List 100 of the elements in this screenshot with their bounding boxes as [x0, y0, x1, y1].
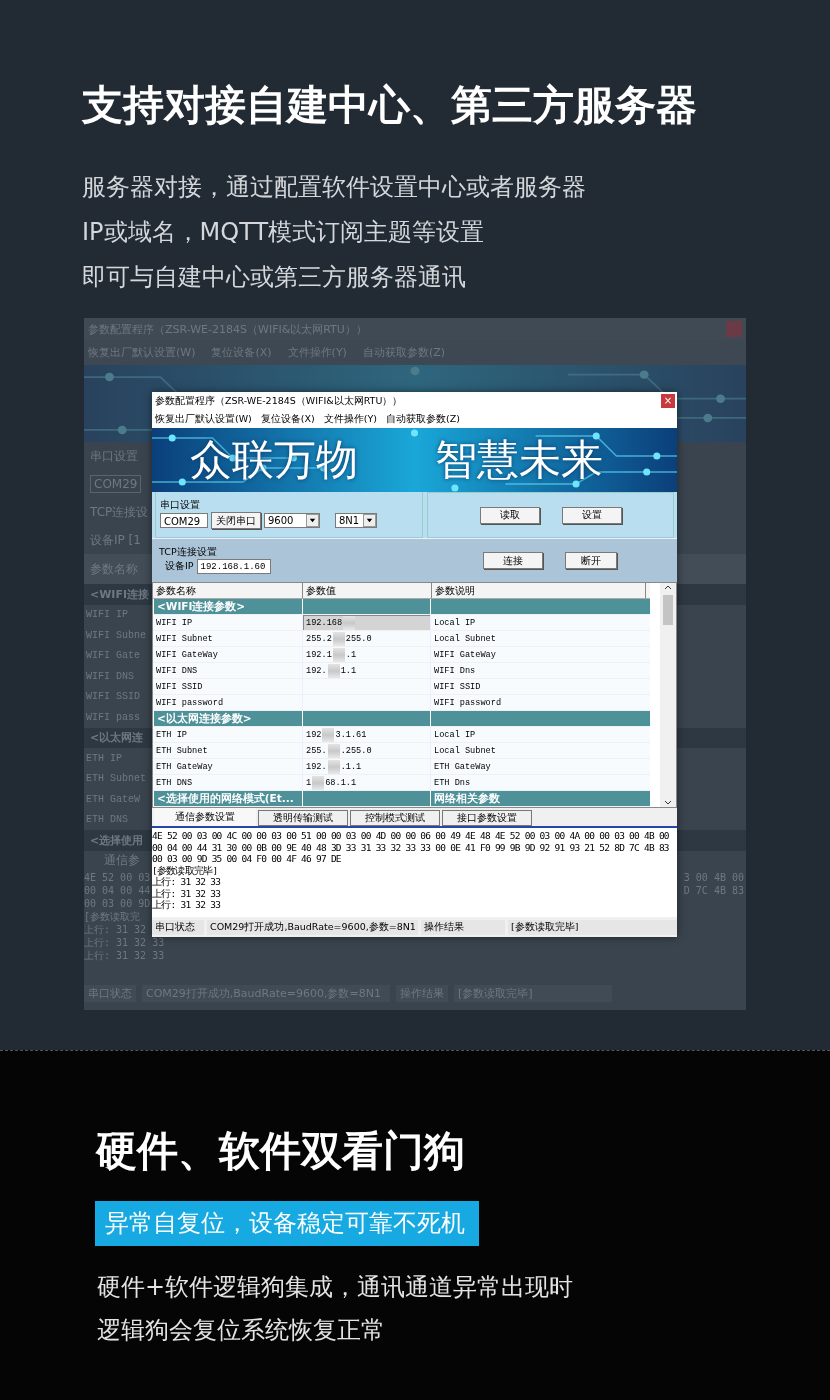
column-header: 参数值: [303, 583, 432, 598]
column-header: 参数名称: [153, 583, 303, 598]
log-line: 上行: 31 32 33: [152, 876, 221, 888]
section-heading: 硬件、软件双看门狗: [96, 1126, 465, 1176]
blur-patch: [327, 759, 340, 774]
scroll-thumb[interactable]: [663, 595, 673, 625]
column-header: 参数说明: [432, 583, 646, 598]
value-text: .255.0: [340, 745, 372, 756]
menu-item[interactable]: 文件操作(Y): [323, 412, 377, 426]
set-button[interactable]: 设置: [561, 506, 622, 524]
status-text: [参数读取完毕]: [508, 919, 677, 935]
paragraph-line: 服务器对接，通过配置软件设置中心或者服务器: [82, 172, 586, 203]
port-field[interactable]: COM29: [160, 513, 208, 528]
page-heading: 支持对接自建中心、第三方服务器: [82, 80, 697, 130]
value-text: .1: [345, 649, 357, 660]
value-text: 192.168: [306, 617, 343, 628]
log-line: 4E 52 00 03 00 4C 00 00 03 00 51 00 00 03 00 4D 00 00 06 00 49 4E 48 4E 52 00 03 00 4A 00 00 03 00 4B 00: [152, 830, 669, 842]
menu-item[interactable]: 自动获取参数(Z): [385, 412, 460, 426]
ip-label: 设备IP: [165, 560, 194, 573]
log-line: 上行: 31 32 33: [152, 887, 221, 899]
table-cell: ETH Dns: [430, 775, 650, 790]
status-text: 串口状态: [152, 919, 204, 935]
table-cell[interactable]: 255.2 255.0: [302, 631, 430, 646]
table-cell: WIFI password: [430, 695, 650, 710]
section-cell[interactable]: <以太网连接参数>: [153, 711, 302, 726]
baud-rate-select[interactable]: 9600: [264, 513, 320, 528]
blur-patch: [343, 615, 356, 630]
close-button[interactable]: [726, 321, 742, 337]
table-cell-text: WIFI password: [155, 696, 225, 710]
value-text: .1.1: [340, 761, 362, 772]
table-cell-text: WIFI GateWay: [155, 648, 219, 662]
table-cell-text: WIFI IP: [155, 616, 194, 630]
section-cell[interactable]: <选择使用的网络模式(Et...: [153, 791, 302, 806]
close-port-button[interactable]: 关闭串口: [211, 512, 261, 529]
row-text: <以太网连: [90, 730, 144, 746]
table-cell-text: WIFI Subnet: [155, 632, 214, 646]
group-label: 串口设置: [160, 499, 201, 512]
scrollbar[interactable]: [660, 583, 676, 807]
banner-slogan: 众联万物: [190, 436, 358, 484]
table-cell: WIFI Dns: [430, 663, 650, 678]
tab[interactable]: 通信参数设置: [154, 808, 256, 826]
value-text: 255.: [306, 745, 327, 756]
table-cell-text: WIFI DNS: [155, 664, 199, 678]
table-cell[interactable]: 1 68.1.1: [302, 775, 430, 790]
tab[interactable]: 控制模式测试: [350, 810, 440, 826]
menu-item[interactable]: 恢复出厂默认设置(W): [155, 412, 252, 426]
table-cell[interactable]: 192. 1.1: [302, 663, 430, 678]
table-cell-text: ETH DNS: [155, 776, 194, 790]
tab[interactable]: 接口参数设置: [442, 810, 532, 826]
table-cell[interactable]: 192 3.1.61: [302, 727, 430, 742]
section-cell: 网络相关参数: [430, 791, 650, 806]
value-text: 1.1: [340, 665, 357, 676]
table-cell: Local Subnet: [430, 631, 650, 646]
value-text: 192: [306, 729, 322, 740]
row-text: <WIFI连接: [90, 586, 150, 602]
value-text: 192.1: [306, 649, 332, 660]
blur-patch: [322, 727, 335, 742]
read-button[interactable]: 读取: [479, 506, 540, 524]
table-cell-text: ETH Subnet: [155, 744, 209, 758]
table-cell: Local IP: [430, 727, 650, 742]
table-cell: WIFI SSID: [430, 679, 650, 694]
value-text: 68.1.1: [325, 777, 357, 788]
banner-slogan: 智慧未来: [435, 436, 603, 484]
section-cell[interactable]: <WIFI连接参数>: [153, 599, 302, 614]
table-cell: WIFI GateWay: [430, 647, 650, 662]
value-text: 255.0: [345, 633, 372, 644]
window-title: 参数配置程序（ZSR-WE-2184S（WIFI&以太网RTU））: [155, 394, 403, 408]
table-cell-text: WIFI SSID: [155, 680, 204, 694]
status-text: COM29打开成功,BaudRate=9600,参数=8N1: [207, 919, 418, 935]
table-cell[interactable]: 255. .255.0: [302, 743, 430, 758]
table-cell-text: ETH GateWay: [155, 760, 214, 774]
table-cell: ETH GateWay: [430, 759, 650, 774]
value-text: 1: [306, 777, 312, 788]
tab[interactable]: 透明传输测试: [258, 810, 348, 826]
table-cell[interactable]: 192. .1.1: [302, 759, 430, 774]
paragraph-line: 逻辑狗会复位系统恢复正常: [97, 1315, 385, 1346]
ip-field[interactable]: 192.168.1.60: [196, 559, 271, 574]
value-text: 3.1.61: [335, 729, 367, 740]
table-cell[interactable]: 192.168: [302, 615, 430, 630]
log-line: 00 03 00 9D 35 00 04 F0 00 4F 46 97 DE: [152, 853, 341, 865]
group-label: TCP连接设置: [159, 546, 218, 559]
blur-patch: [327, 743, 340, 758]
close-button[interactable]: ×: [661, 394, 675, 408]
blur-patch: [327, 663, 340, 678]
connect-button[interactable]: 连接: [483, 552, 543, 569]
table-cell[interactable]: 192.1 .1: [302, 647, 430, 662]
table-cell: Local IP: [430, 615, 650, 630]
table-cell-text: ETH IP: [155, 728, 188, 742]
log-line: [参数读取完毕]: [152, 864, 218, 876]
log-line: 00 04 00 44 31 30 00 0B 00 9E 40 48 3D 33 31 33 32 33 33 00 0E 41 F0 99 9B 9D 92 91 93 21 52 8D 7C 4B 83: [152, 841, 669, 853]
menu-item[interactable]: 复位设备(X): [260, 412, 315, 426]
paragraph-line: 即可与自建中心或第三方服务器通讯: [82, 262, 466, 293]
row-text: <选择使用: [90, 832, 144, 848]
blur-patch: [332, 647, 345, 662]
log-line: 上行: 31 32 33: [152, 899, 221, 911]
format-select[interactable]: 8N1: [335, 513, 377, 528]
value-text: 255.2: [306, 633, 332, 644]
disconnect-button[interactable]: 断开: [565, 552, 617, 569]
blur-patch: [332, 631, 345, 646]
paragraph-line: 硬件+软件逻辑狗集成，通讯通道异常出现时: [97, 1272, 574, 1303]
